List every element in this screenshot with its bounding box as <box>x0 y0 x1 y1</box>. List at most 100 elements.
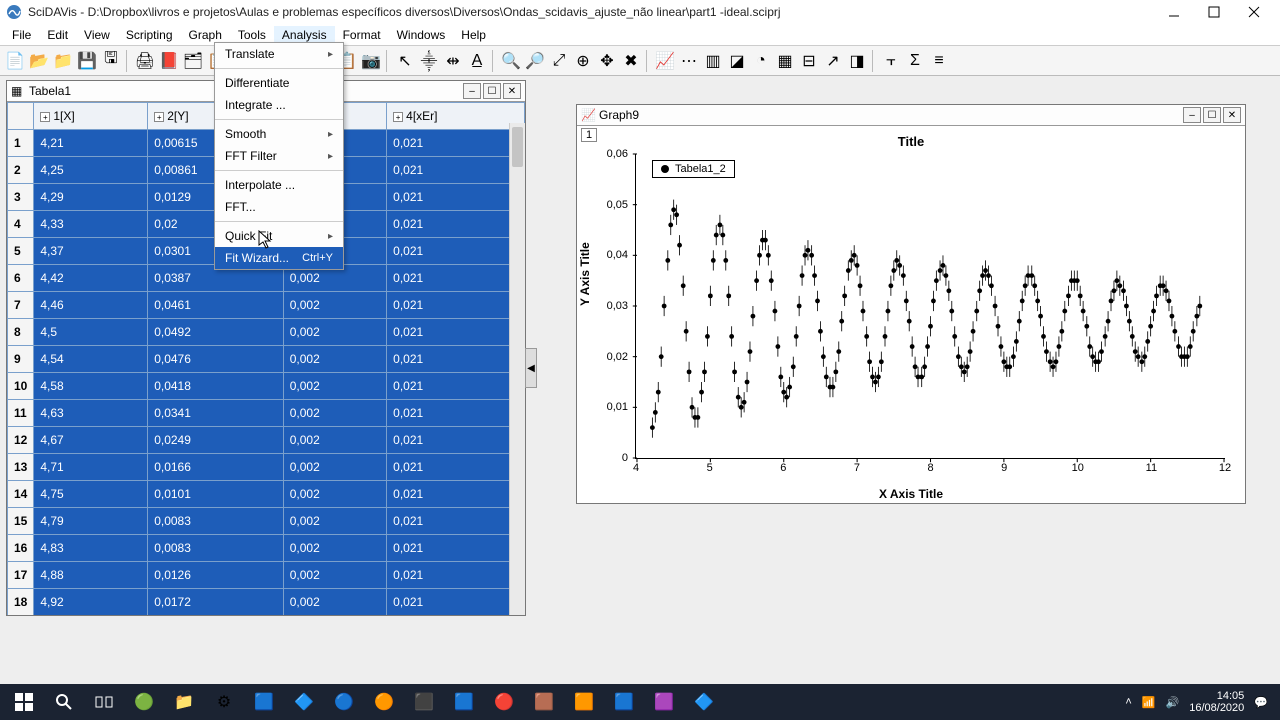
taskbar-app-terminal[interactable]: ⬛ <box>404 684 444 720</box>
open-file-icon[interactable]: 📂 <box>28 50 50 72</box>
cell[interactable]: 4,46 <box>34 292 148 319</box>
taskbar-app-explorer[interactable]: 📁 <box>164 684 204 720</box>
panel-collapse-handle[interactable]: ◀ <box>525 348 537 388</box>
cell[interactable]: 0,021 <box>387 373 525 400</box>
cell[interactable]: 0,0249 <box>148 427 284 454</box>
tray-network-icon[interactable]: 📶 <box>1142 696 1156 709</box>
notifications-icon[interactable]: 💬 <box>1254 696 1268 709</box>
table-row[interactable]: 16 4,83 0,0083 0,002 0,021 <box>8 535 525 562</box>
table-row[interactable]: 13 4,71 0,0166 0,002 0,021 <box>8 454 525 481</box>
bar-plot-icon[interactable]: ▥ <box>702 50 724 72</box>
taskbar-app-generic3[interactable]: 🟦 <box>604 684 644 720</box>
line-plot-icon[interactable]: 📈 <box>654 50 676 72</box>
cell[interactable]: 0,0083 <box>148 535 284 562</box>
table-row[interactable]: 15 4,79 0,0083 0,002 0,021 <box>8 508 525 535</box>
menu-graph[interactable]: Graph <box>181 26 230 44</box>
cell[interactable]: 0,021 <box>387 427 525 454</box>
box-plot-icon[interactable]: ⊟ <box>798 50 820 72</box>
cell[interactable]: 4,58 <box>34 373 148 400</box>
row-header[interactable]: 11 <box>8 400 34 427</box>
cell[interactable]: 0,002 <box>283 589 386 616</box>
cell[interactable]: 0,021 <box>387 184 525 211</box>
menu-file[interactable]: File <box>4 26 39 44</box>
cell[interactable]: 0,002 <box>283 454 386 481</box>
cell[interactable]: 0,0476 <box>148 346 284 373</box>
cell[interactable]: 0,021 <box>387 238 525 265</box>
cell[interactable]: 0,021 <box>387 454 525 481</box>
row-header[interactable]: 4 <box>8 211 34 238</box>
row-header[interactable]: 16 <box>8 535 34 562</box>
graph-titlebar[interactable]: 📈 Graph9 – ☐ ✕ <box>577 105 1245 126</box>
menu-translate[interactable]: Translate▸ <box>215 43 343 65</box>
col-header-4[interactable]: +4[xEr] <box>387 103 525 130</box>
minimize-button[interactable] <box>1154 0 1194 24</box>
select-range-icon[interactable]: ⇹ <box>442 50 464 72</box>
graph-maximize-button[interactable]: ☐ <box>1203 107 1221 123</box>
table-row[interactable]: 11 4,63 0,0341 0,002 0,021 <box>8 400 525 427</box>
maximize-button[interactable] <box>1194 0 1234 24</box>
table-row[interactable]: 10 4,58 0,0418 0,002 0,021 <box>8 373 525 400</box>
cell[interactable]: 0,0126 <box>148 562 284 589</box>
cell[interactable]: 4,42 <box>34 265 148 292</box>
stats-columns-icon[interactable]: Σ <box>904 50 926 72</box>
cell[interactable]: 4,75 <box>34 481 148 508</box>
export-pdf-icon[interactable]: 📕 <box>158 50 180 72</box>
menu-quick-fit[interactable]: Quick Fit▸ <box>215 225 343 247</box>
table-row[interactable]: 18 4,92 0,0172 0,002 0,021 <box>8 589 525 616</box>
tray-volume-icon[interactable]: 🔊 <box>1166 696 1180 709</box>
open-template-icon[interactable]: 📁 <box>52 50 74 72</box>
zoom-out-icon[interactable]: 🔎 <box>524 50 546 72</box>
taskbar-app-generic2[interactable]: 🟧 <box>564 684 604 720</box>
taskbar-app-firefox[interactable]: 🟠 <box>364 684 404 720</box>
cell[interactable]: 0,021 <box>387 562 525 589</box>
move-points-icon[interactable]: ✥ <box>596 50 618 72</box>
cell[interactable]: 0,002 <box>283 427 386 454</box>
pie-plot-icon[interactable]: ◔ <box>750 50 772 72</box>
cell[interactable]: 0,0101 <box>148 481 284 508</box>
taskbar-app-spotify[interactable]: 🟢 <box>124 684 164 720</box>
screen-reader-icon[interactable]: ⊕ <box>572 50 594 72</box>
cell[interactable]: 0,0461 <box>148 292 284 319</box>
cell[interactable]: 4,83 <box>34 535 148 562</box>
vector-plot-icon[interactable]: ↗ <box>822 50 844 72</box>
row-header[interactable]: 2 <box>8 157 34 184</box>
menu-integrate[interactable]: Integrate ... <box>215 94 343 116</box>
cell[interactable]: 0,002 <box>283 292 386 319</box>
menu-help[interactable]: Help <box>453 26 494 44</box>
cell[interactable]: 4,79 <box>34 508 148 535</box>
cell[interactable]: 0,002 <box>283 562 386 589</box>
zoom-in-icon[interactable]: 🔍 <box>500 50 522 72</box>
table-row[interactable]: 8 4,5 0,0492 0,002 0,021 <box>8 319 525 346</box>
cell[interactable]: 4,88 <box>34 562 148 589</box>
cell[interactable]: 4,25 <box>34 157 148 184</box>
cell[interactable]: 0,021 <box>387 319 525 346</box>
menu-differentiate[interactable]: Differentiate <box>215 72 343 94</box>
stats-rows-icon[interactable]: ≡ <box>928 50 950 72</box>
new-file-icon[interactable]: 📄 <box>4 50 26 72</box>
cell[interactable]: 0,021 <box>387 130 525 157</box>
data-reader-icon[interactable]: ⸎ <box>418 50 440 72</box>
cell[interactable]: 0,0492 <box>148 319 284 346</box>
row-header[interactable]: 12 <box>8 427 34 454</box>
row-header[interactable]: 15 <box>8 508 34 535</box>
table-row[interactable]: 14 4,75 0,0101 0,002 0,021 <box>8 481 525 508</box>
menu-fit-wizard[interactable]: Fit Wizard...Ctrl+Y <box>215 247 343 269</box>
cell[interactable]: 0,021 <box>387 400 525 427</box>
row-header[interactable]: 7 <box>8 292 34 319</box>
remove-points-icon[interactable]: ✖ <box>620 50 642 72</box>
cell[interactable]: 4,54 <box>34 346 148 373</box>
row-header[interactable]: 18 <box>8 589 34 616</box>
table-scrollbar[interactable] <box>509 123 525 615</box>
cell[interactable]: 4,71 <box>34 454 148 481</box>
screenshot-icon[interactable]: 📷 <box>360 50 382 72</box>
menu-fft-filter[interactable]: FFT Filter▸ <box>215 145 343 167</box>
taskbar-app-generic4[interactable]: 🟪 <box>644 684 684 720</box>
cell[interactable]: 0,0341 <box>148 400 284 427</box>
row-header[interactable]: 13 <box>8 454 34 481</box>
rescale-icon[interactable]: ⤢ <box>548 50 570 72</box>
menu-windows[interactable]: Windows <box>389 26 454 44</box>
3d-plot-icon[interactable]: ◨ <box>846 50 868 72</box>
save-template-icon[interactable]: 🖫 <box>100 50 122 72</box>
taskbar-app-mail[interactable]: 🟫 <box>524 684 564 720</box>
cell[interactable]: 4,67 <box>34 427 148 454</box>
